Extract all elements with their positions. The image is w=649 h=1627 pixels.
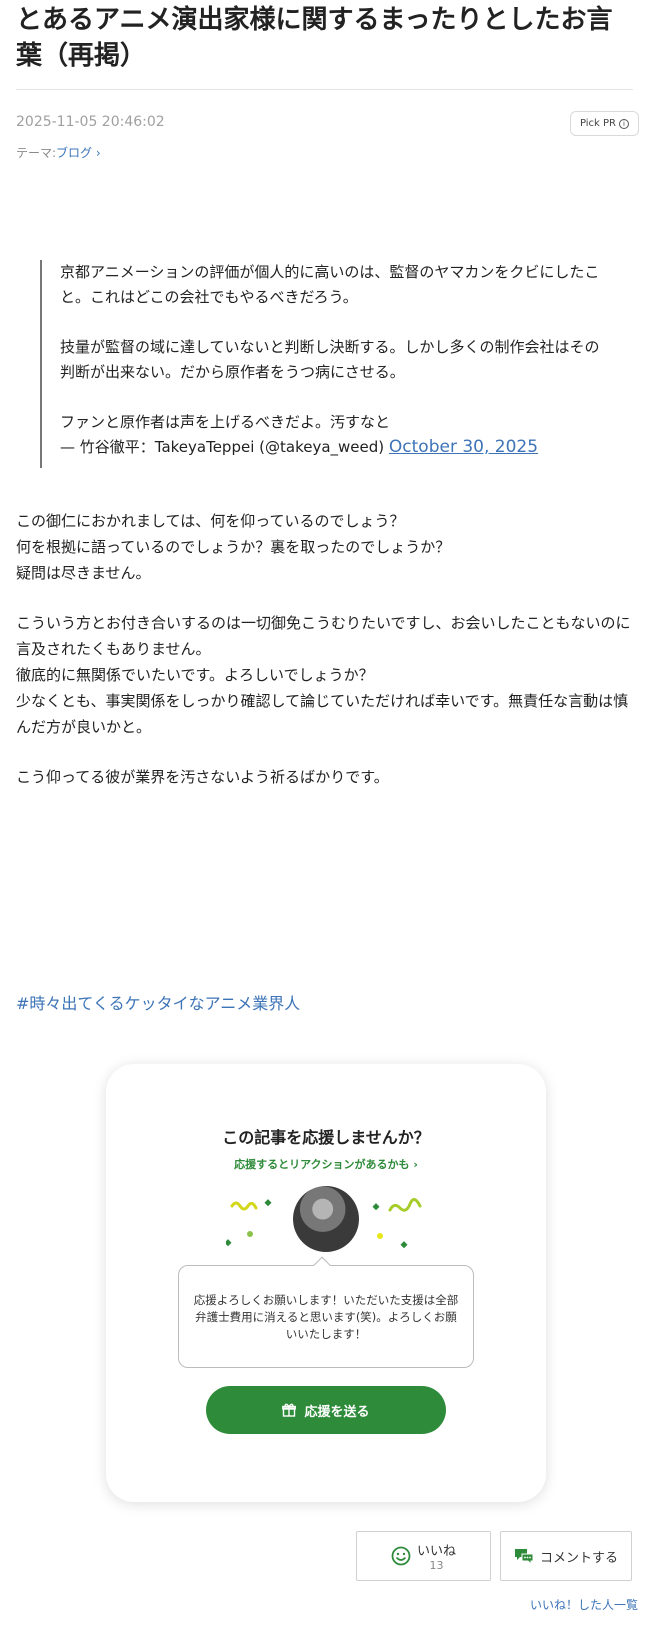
confetti-decoration-right: [372, 1198, 422, 1249]
like-text-group: いいね 13: [417, 1540, 456, 1572]
support-message: 応援よろしくお願いします！いただいた支援は全部弁護士費用に消えると思います(笑)…: [193, 1293, 459, 1341]
body-line: 徹底的に無関係でいたいです。よろしいでしょうか？: [16, 666, 374, 684]
body-line: 何を根拠に語っているのでしょうか？裏を取ったのでしょうか？: [16, 538, 451, 556]
article-body: この御仁におかれましては、何を仰っているのでしょう？ 何を根拠に語っているのでし…: [16, 508, 636, 814]
comment-label: コメントする: [539, 1550, 618, 1566]
body-line: こう仰ってる彼が業界を汚さないよう祈るばかりです。: [16, 768, 389, 786]
likers-list-link[interactable]: いいね！した人一覧: [530, 1596, 638, 1613]
theme-label: テーマ:: [16, 146, 57, 160]
theme-row: テーマ:ブログ ›: [16, 144, 101, 161]
body-line: こういう方とお付き合いするのは一切御免こうむりたいですし、お会いしたこともないの…: [16, 614, 631, 658]
like-label: いいね: [416, 1544, 456, 1559]
embedded-quote: 京都アニメーションの評価が個人的に高いのは、監督のヤマカンをクビにしたこと。これ…: [40, 260, 610, 468]
paragraph: こういう方とお付き合いするのは一切御免こうむりたいですし、お会いしたこともないの…: [16, 610, 636, 740]
body-line: 疑問は尽きません。: [16, 564, 151, 582]
info-icon: i: [619, 118, 630, 129]
send-support-button[interactable]: 応援を送る: [206, 1386, 446, 1434]
pick-pr-label: Pick PR: [579, 118, 617, 129]
body-line: この御仁におかれましては、何を仰っているのでしょう？: [16, 512, 405, 530]
paragraph: こう仰ってる彼が業界を汚さないよう祈るばかりです。: [16, 764, 636, 790]
author-avatar[interactable]: [293, 1186, 359, 1252]
pick-pr-button[interactable]: Pick PR i: [570, 111, 639, 136]
quote-author: — 竹谷徹平：TakeyaTeppei (@takeya_weed): [60, 438, 385, 456]
title-divider: [16, 89, 633, 90]
confetti-decoration-left: [226, 1199, 272, 1247]
paragraph: この御仁におかれましては、何を仰っているのでしょう？ 何を根拠に語っているのでし…: [16, 508, 636, 586]
article-title: とあるアニメ演出家様に関するまったりとしたお言葉（再掲）: [16, 5, 613, 71]
smiley-icon: [391, 1546, 411, 1566]
quote-date-link[interactable]: October 30, 2025: [389, 437, 538, 457]
hashtag-link[interactable]: #時々出てくるケッタイなアニメ業界人: [16, 990, 300, 1014]
support-card: この記事を応援しませんか？ 応援するとリアクションがあるかも › 応援よろしくお…: [106, 1064, 546, 1502]
gift-icon: [282, 1403, 297, 1417]
support-title: この記事を応援しませんか？: [222, 1128, 430, 1147]
quote-line: 技量が監督の域に達していないと判断し決断する。しかし多くの制作会社はその判断が出…: [60, 338, 600, 381]
theme-link[interactable]: ブログ ›: [56, 146, 101, 160]
comment-icon: [514, 1549, 534, 1565]
quote-line: 京都アニメーションの評価が個人的に高いのは、監督のヤマカンをクビにしたこと。これ…: [60, 263, 600, 306]
quote-attribution: — 竹谷徹平：TakeyaTeppei (@takeya_weed) Octob…: [60, 435, 610, 460]
post-date: 2025-11-05 20:46:02: [16, 114, 165, 130]
like-count: 13: [429, 1559, 444, 1572]
comment-button[interactable]: コメントする: [500, 1531, 632, 1581]
support-subtitle-link[interactable]: 応援するとリアクションがあるかも ›: [106, 1156, 546, 1172]
support-message-bubble: 応援よろしくお願いします！いただいた支援は全部弁護士費用に消えると思います(笑)…: [178, 1265, 474, 1368]
quote-line: ファンと原作者は声を上げるべきだよ。汚すなと: [60, 413, 391, 431]
send-support-label: 応援を送る: [304, 1404, 370, 1420]
body-line: 少なくとも、事実関係をしっかり確認して論じていただければ幸いです。無責任な言動は…: [16, 692, 629, 736]
like-button[interactable]: いいね 13: [356, 1531, 491, 1581]
